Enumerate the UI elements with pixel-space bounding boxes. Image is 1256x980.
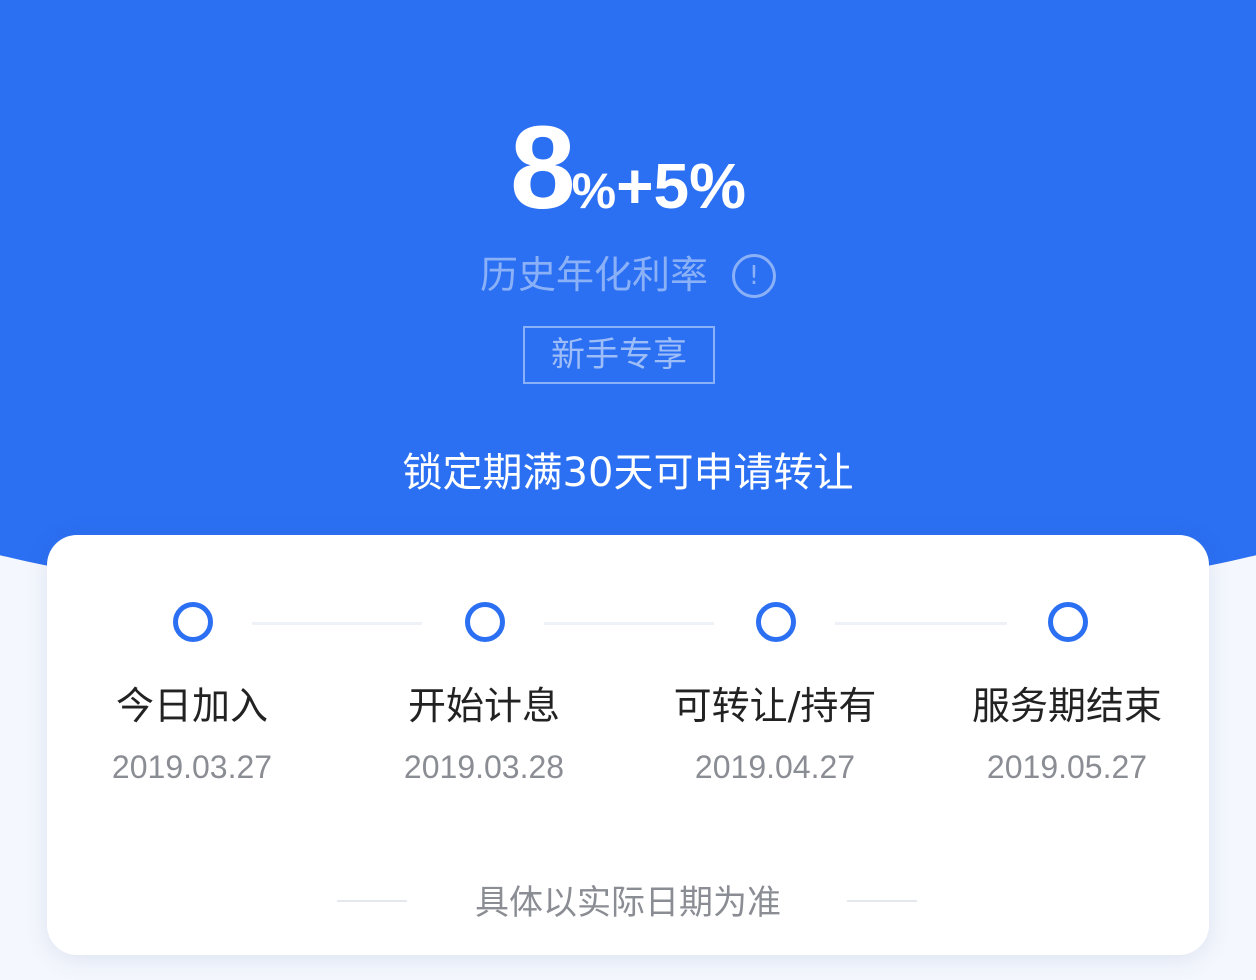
date-disclaimer: 具体以实际日期为准 bbox=[475, 883, 781, 923]
timeline-step-join: 今日加入 2019.03.27 bbox=[47, 535, 337, 835]
timeline-step-service-end: 服务期结束 2019.05.27 bbox=[922, 535, 1212, 835]
newcomer-badge: 新手专享 bbox=[523, 326, 715, 384]
timeline-card: 今日加入 2019.03.27 开始计息 2019.03.28 可转让/持有 2… bbox=[47, 535, 1209, 955]
step-circle-icon bbox=[173, 602, 213, 642]
lock-period-notice: 锁定期满30天可申请转让 bbox=[402, 450, 854, 496]
step-date: 2019.05.27 bbox=[986, 749, 1148, 785]
step-circle-icon bbox=[1048, 602, 1088, 642]
hero-background bbox=[0, 0, 1256, 610]
step-title: 服务期结束 bbox=[971, 684, 1162, 728]
step-title: 可转让/持有 bbox=[673, 684, 877, 728]
rate-label: 历史年化利率 bbox=[479, 253, 708, 297]
rate-base-value: 8 bbox=[510, 102, 576, 234]
timeline-step-transferable: 可转让/持有 2019.04.27 bbox=[630, 535, 920, 835]
rate-label-row: 历史年化利率! bbox=[0, 244, 1256, 299]
footnote-divider-right bbox=[847, 900, 917, 902]
step-circle-icon bbox=[465, 602, 505, 642]
annual-rate: 8%+5% bbox=[0, 100, 1256, 236]
product-detail-page: 8%+5% 历史年化利率! 新手专享 锁定期满30天可申请转让 今日加入 201… bbox=[0, 0, 1256, 980]
step-date: 2019.03.28 bbox=[403, 749, 565, 785]
step-date: 2019.04.27 bbox=[694, 749, 856, 785]
step-title: 今日加入 bbox=[115, 684, 268, 728]
step-circle-icon bbox=[756, 602, 796, 642]
timeline-step-interest-start: 开始计息 2019.03.28 bbox=[339, 535, 629, 835]
rate-base-unit: % bbox=[571, 163, 617, 219]
step-date: 2019.03.27 bbox=[111, 749, 273, 785]
info-icon[interactable]: ! bbox=[732, 254, 776, 298]
rate-extra-value: +5% bbox=[616, 150, 746, 222]
step-title: 开始计息 bbox=[407, 684, 560, 728]
